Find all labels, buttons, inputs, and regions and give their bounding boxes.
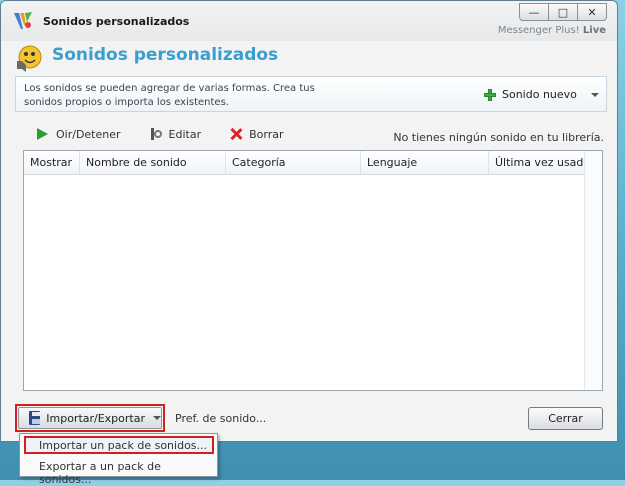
delete-x-icon — [229, 127, 243, 141]
floppy-disk-icon — [29, 411, 41, 425]
page-title: Sonidos personalizados — [52, 45, 279, 65]
close-button[interactable]: Cerrar — [528, 407, 603, 430]
chevron-down-icon — [153, 416, 161, 420]
maximize-button[interactable]: □ — [548, 3, 578, 21]
library-status: No tienes ningún sonido en tu librería. — [393, 131, 604, 144]
import-export-label: Importar/Exportar — [46, 411, 145, 425]
new-sound-label: Sonido nuevo — [502, 88, 577, 101]
column-header-row: Mostrar Nombre de sonido Categoría Lengu… — [24, 151, 602, 175]
column-category[interactable]: Categoría — [226, 151, 361, 174]
import-export-menu: Importar un pack de sonidos... Exportar … — [19, 433, 218, 486]
edit-button[interactable]: Editar — [149, 127, 202, 141]
sounds-list[interactable]: Mostrar Nombre de sonido Categoría Lengu… — [23, 150, 603, 391]
column-language[interactable]: Lenguaje — [361, 151, 489, 174]
speaker-smiley-icon — [17, 45, 42, 72]
brand-suffix: Live — [582, 25, 606, 36]
play-stop-button[interactable]: Oir/Detener — [23, 128, 121, 141]
import-export-highlight: Importar/Exportar — [15, 404, 165, 432]
column-last-used[interactable]: Última vez usado — [489, 151, 590, 174]
column-show[interactable]: Mostrar — [24, 151, 80, 174]
edit-label: Editar — [168, 127, 202, 141]
info-panel: Los sonidos se pueden agregar de varias … — [15, 76, 607, 112]
chevron-down-icon[interactable] — [590, 92, 599, 97]
new-sound-button[interactable]: Sonido nuevo — [484, 88, 599, 101]
delete-button[interactable]: Borrar — [229, 127, 283, 141]
messenger-plus-logo-icon — [14, 12, 32, 29]
brand-name: Messenger Plus! — [497, 25, 580, 36]
menu-item-import-pack[interactable]: Importar un pack de sonidos... — [24, 436, 214, 454]
minimize-button[interactable]: — — [519, 3, 549, 21]
close-window-button[interactable]: ✕ — [577, 3, 607, 21]
brand-label: Messenger Plus! Live — [498, 25, 606, 36]
plus-icon — [484, 88, 496, 101]
edit-icon — [149, 127, 163, 141]
import-export-button[interactable]: Importar/Exportar — [18, 407, 162, 429]
sound-preferences-link[interactable]: Pref. de sonido... — [175, 412, 266, 425]
play-stop-label: Oir/Detener — [56, 127, 121, 141]
window-controls: — □ ✕ — [519, 3, 607, 21]
delete-label: Borrar — [249, 127, 284, 141]
window-title: Sonidos personalizados — [43, 15, 190, 28]
list-scrollbar[interactable] — [584, 151, 602, 390]
custom-sounds-window: Sonidos personalizados — □ ✕ Messenger P… — [0, 0, 618, 442]
menu-item-export-pack[interactable]: Exportar a un pack de sonidos... — [24, 457, 214, 486]
sound-toolbar: Oir/Detener Editar Borrar — [23, 125, 312, 143]
info-text: Los sonidos se pueden agregar de varias … — [24, 83, 315, 108]
play-icon — [37, 128, 48, 140]
title-bar[interactable]: Sonidos personalizados — □ ✕ Messenger P… — [1, 1, 617, 41]
column-sound-name[interactable]: Nombre de sonido — [80, 151, 226, 174]
